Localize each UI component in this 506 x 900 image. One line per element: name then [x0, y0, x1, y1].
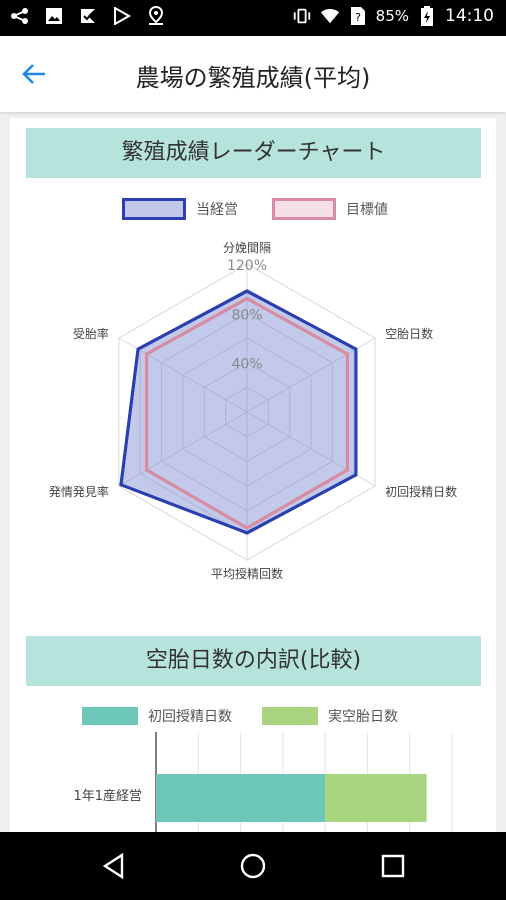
bar-segment-first-insemination [156, 774, 326, 822]
radar-axis-label: 空胎日数 [385, 326, 433, 341]
radar-tick-label: 40% [231, 357, 262, 373]
radar-axis-label: 発情発見率 [49, 484, 109, 499]
content-card[interactable]: 繁殖成績レーダーチャート 当経営 目標値 40% 80% 120% 分娩間隔空胎日数初… [10, 118, 496, 832]
bar-segment-actual-open-days [325, 774, 427, 822]
clock: 14:10 [445, 6, 494, 26]
battery-charging-icon [417, 6, 437, 26]
radar-tick-label: 80% [231, 307, 262, 323]
nav-recents-button[interactable] [373, 846, 413, 886]
wifi-icon [320, 6, 340, 26]
image-icon [44, 6, 64, 26]
legend-label-actual-open-days: 実空胎日数 [328, 709, 398, 725]
no-sim-icon: ? [348, 6, 368, 26]
vibrate-icon [292, 6, 312, 26]
radar-axis-label: 受胎率 [73, 326, 109, 341]
navigation-bar [0, 832, 506, 900]
legend-label-target: 目標値 [346, 202, 388, 218]
system-status: ? 85% 14:10 [292, 6, 494, 26]
battery-percent: 85% [375, 7, 409, 25]
radar-tick-label: 120% [227, 258, 267, 274]
radar-legend: 当経営 目標値 [122, 198, 388, 220]
status-bar: ? 85% 14:10 [0, 0, 506, 36]
flag-icon [78, 6, 98, 26]
bar-legend: 初回授精日数 実空胎日数 [82, 706, 398, 726]
radar-axis-label: 平均授精回数 [211, 566, 283, 581]
home-circle-icon [240, 853, 266, 879]
legend-label-current: 当経営 [196, 202, 238, 218]
app-bar: 農場の繁殖成績(平均) [0, 36, 506, 112]
location-icon [146, 6, 166, 26]
recents-square-icon [381, 854, 405, 878]
bar-chart: 1年1産経営 [73, 732, 453, 832]
radar-section-title: 繁殖成績レーダーチャート [26, 128, 481, 178]
svg-text:?: ? [355, 11, 361, 24]
radar-axis-label: 分娩間隔 [223, 241, 271, 255]
share-icon [10, 6, 30, 26]
legend-swatch-first-insemination [82, 707, 138, 725]
radar-series-current [119, 289, 358, 535]
play-store-icon [112, 6, 132, 26]
nav-home-button[interactable] [233, 846, 273, 886]
legend-swatch-actual-open-days [262, 707, 318, 725]
bar-section-title: 空胎日数の内訳(比較) [26, 636, 481, 686]
back-triangle-icon [102, 853, 124, 879]
legend-swatch-target [272, 198, 336, 220]
legend-swatch-current [122, 198, 186, 220]
nav-back-button[interactable] [94, 846, 134, 886]
radar-axis-label: 初回授精日数 [385, 484, 457, 499]
bar-category-label: 1年1産経営 [73, 788, 142, 804]
page-title: 農場の繁殖成績(平均) [135, 64, 371, 92]
radar-chart: 40% 80% 120% 分娩間隔空胎日数初回授精日数平均授精回数 発情発見率 受胎率 [49, 241, 457, 581]
notification-icons [10, 6, 166, 26]
legend-label-first-insemination: 初回授精日数 [148, 709, 232, 725]
